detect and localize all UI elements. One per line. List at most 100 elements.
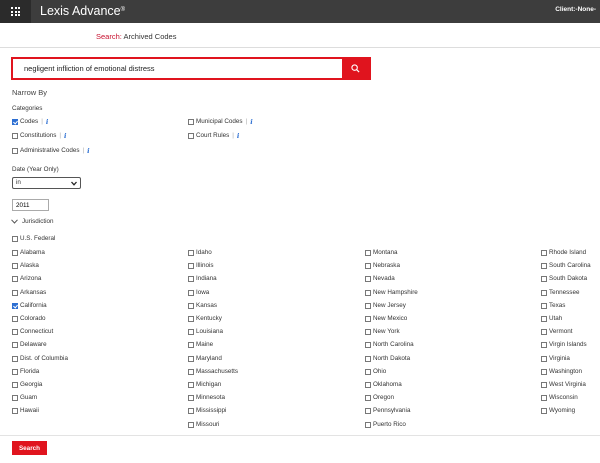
checkbox-washington[interactable]: Washington	[541, 367, 582, 376]
jurisdiction-toggle[interactable]: Jurisdiction	[11, 218, 54, 225]
checkbox-icon[interactable]	[365, 341, 371, 348]
checkbox-icon[interactable]	[188, 381, 194, 388]
checkbox-icon[interactable]	[541, 341, 547, 348]
checkbox-icon[interactable]	[541, 315, 547, 322]
checkbox-icon[interactable]	[12, 132, 18, 139]
checkbox-virgin-islands[interactable]: Virgin Islands	[541, 340, 587, 349]
checkbox-nevada[interactable]: Nevada	[365, 274, 395, 283]
checkbox-icon[interactable]	[365, 302, 371, 309]
checkbox-icon[interactable]	[541, 407, 547, 414]
checkbox-kansas[interactable]: Kansas	[188, 301, 217, 310]
checkbox-icon[interactable]	[541, 355, 547, 362]
checkbox-icon[interactable]	[188, 132, 194, 139]
checkbox-ohio[interactable]: Ohio	[365, 367, 386, 376]
info-icon[interactable]: i	[46, 118, 48, 126]
checkbox-south-dakota[interactable]: South Dakota	[541, 274, 587, 283]
checkbox-new-jersey[interactable]: New Jersey	[365, 301, 406, 310]
checkbox-icon[interactable]	[188, 368, 194, 375]
checkbox-icon[interactable]	[365, 249, 371, 256]
checkbox-guam[interactable]: Guam	[12, 393, 37, 402]
checkbox-montana[interactable]: Montana	[365, 248, 398, 257]
checkbox-icon[interactable]	[12, 368, 18, 375]
checkbox-municipal-codes[interactable]: Municipal Codes | i	[188, 117, 253, 126]
checkbox-wisconsin[interactable]: Wisconsin	[541, 393, 578, 402]
checkbox-court-rules[interactable]: Court Rules | i	[188, 131, 239, 140]
checkbox-idaho[interactable]: Idaho	[188, 248, 212, 257]
checkbox-icon[interactable]	[12, 355, 18, 362]
checkbox-icon[interactable]	[12, 249, 18, 256]
checkbox-oregon[interactable]: Oregon	[365, 393, 394, 402]
checkbox-icon[interactable]	[188, 275, 194, 282]
checkbox-alaska[interactable]: Alaska	[12, 261, 39, 270]
checkbox-dist-of-columbia[interactable]: Dist. of Columbia	[12, 354, 68, 363]
checkbox-florida[interactable]: Florida	[12, 367, 39, 376]
checkbox-icon[interactable]	[188, 407, 194, 414]
checkbox-icon[interactable]	[188, 289, 194, 296]
checkbox-icon[interactable]	[12, 147, 18, 154]
checkbox-icon[interactable]	[188, 315, 194, 322]
checkbox-vermont[interactable]: Vermont	[541, 327, 572, 336]
checkbox-south-carolina[interactable]: South Carolina	[541, 261, 591, 270]
checkbox-icon[interactable]	[365, 289, 371, 296]
info-icon[interactable]: i	[237, 132, 239, 140]
checkbox-icon[interactable]	[12, 289, 18, 296]
checkbox-new-mexico[interactable]: New Mexico	[365, 314, 407, 323]
checkbox-alabama[interactable]: Alabama	[12, 248, 45, 257]
info-icon[interactable]: i	[87, 147, 89, 155]
checkbox-texas[interactable]: Texas	[541, 301, 565, 310]
checkbox-icon[interactable]	[541, 262, 547, 269]
checkbox-icon[interactable]	[365, 421, 371, 428]
checkbox-colorado[interactable]: Colorado	[12, 314, 46, 323]
checkbox-icon[interactable]	[12, 235, 18, 242]
checkbox-icon[interactable]	[365, 315, 371, 322]
checkbox-rhode-island[interactable]: Rhode Island	[541, 248, 586, 257]
search-submit-button[interactable]: Search	[12, 441, 47, 455]
checkbox-administrative-codes[interactable]: Administrative Codes | i	[12, 146, 90, 155]
checkbox-icon[interactable]	[365, 368, 371, 375]
checkbox-wyoming[interactable]: Wyoming	[541, 406, 575, 415]
checkbox-new-york[interactable]: New York	[365, 327, 400, 336]
checkbox-massachusetts[interactable]: Massachusetts	[188, 367, 238, 376]
checkbox-tennessee[interactable]: Tennessee	[541, 288, 579, 297]
checkbox-minnesota[interactable]: Minnesota	[188, 393, 225, 402]
brand-logo[interactable]: Lexis Advance®	[40, 3, 125, 19]
checkbox-missouri[interactable]: Missouri	[188, 420, 219, 429]
checkbox-arizona[interactable]: Arizona	[12, 274, 41, 283]
checkbox-icon[interactable]	[12, 315, 18, 322]
checkbox-icon[interactable]	[365, 355, 371, 362]
checkbox-icon[interactable]	[365, 381, 371, 388]
checkbox-icon[interactable]	[365, 394, 371, 401]
checkbox-new-hampshire[interactable]: New Hampshire	[365, 288, 418, 297]
checkbox-maryland[interactable]: Maryland	[188, 354, 222, 363]
date-operator-select[interactable]: in	[12, 177, 81, 189]
checkbox-icon[interactable]	[12, 407, 18, 414]
checkbox-icon[interactable]	[365, 262, 371, 269]
checkbox-checked-icon[interactable]	[12, 302, 18, 309]
info-icon[interactable]: i	[64, 132, 66, 140]
checkbox-icon[interactable]	[12, 275, 18, 282]
search-input[interactable]	[13, 59, 344, 78]
checkbox-icon[interactable]	[541, 381, 547, 388]
checkbox-icon[interactable]	[188, 328, 194, 335]
checkbox-louisiana[interactable]: Louisiana	[188, 327, 223, 336]
checkbox-nebraska[interactable]: Nebraska	[365, 261, 400, 270]
checkbox-oklahoma[interactable]: Oklahoma	[365, 380, 402, 389]
checkbox-icon[interactable]	[365, 328, 371, 335]
checkbox-icon[interactable]	[12, 262, 18, 269]
checkbox-iowa[interactable]: Iowa	[188, 288, 209, 297]
checkbox-virginia[interactable]: Virginia	[541, 354, 570, 363]
checkbox-arkansas[interactable]: Arkansas	[12, 288, 46, 297]
checkbox-u-s-federal[interactable]: U.S. Federal	[12, 234, 55, 243]
checkbox-indiana[interactable]: Indiana	[188, 274, 217, 283]
checkbox-connecticut[interactable]: Connecticut	[12, 327, 53, 336]
checkbox-icon[interactable]	[188, 394, 194, 401]
checkbox-delaware[interactable]: Delaware	[12, 340, 47, 349]
info-icon[interactable]: i	[250, 118, 252, 126]
checkbox-icon[interactable]	[365, 275, 371, 282]
checkbox-california[interactable]: California	[12, 301, 47, 310]
checkbox-icon[interactable]	[541, 302, 547, 309]
checkbox-michigan[interactable]: Michigan	[188, 380, 221, 389]
checkbox-icon[interactable]	[188, 421, 194, 428]
checkbox-checked-icon[interactable]	[12, 118, 18, 125]
checkbox-puerto-rico[interactable]: Puerto Rico	[365, 420, 406, 429]
